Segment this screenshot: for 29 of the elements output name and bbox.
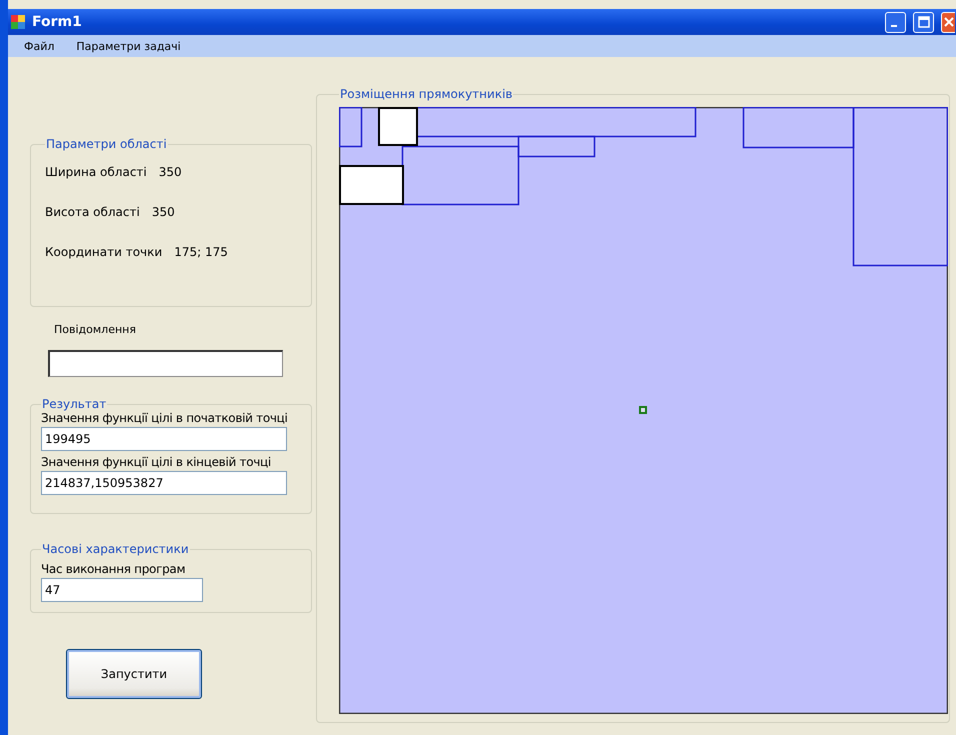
close-button[interactable] [941,12,955,32]
param-value: 350 [158,165,182,179]
maximize-icon [918,16,930,28]
close-icon [943,16,955,28]
minimize-icon [891,25,897,27]
minimize-button[interactable] [885,12,906,32]
field-label: Значення функції цілі в початковій точці [41,411,289,425]
value-field[interactable]: 47 [41,578,203,602]
maximize-button[interactable] [913,12,934,32]
group-title: Часові характеристики [41,542,190,556]
param-label: Ширина області [45,165,147,179]
run-button[interactable]: Запустити [66,649,202,699]
param-label: Висота області [45,205,140,219]
field-label: Значення функції цілі в кінцевій точці [41,455,272,469]
menu-item[interactable]: Параметри задачі [76,40,181,52]
window-title: Form1 [32,14,82,30]
group-title: Розміщення прямокутників [339,87,514,101]
message-label: Повідомлення [54,323,137,336]
param-label: Координати точки [45,245,162,259]
group-title: Параметри області [45,137,168,151]
message-field[interactable] [48,350,283,377]
value-field[interactable]: 214837,150953827 [41,471,287,495]
app-icon [10,14,26,30]
field-label: Час виконання програм [41,562,186,576]
param-value: 175; 175 [174,245,228,259]
group-title: Результат [41,397,108,411]
menu-item[interactable]: Файл [24,40,54,52]
param-value: 350 [152,205,175,219]
value-field[interactable]: 199495 [41,427,287,451]
